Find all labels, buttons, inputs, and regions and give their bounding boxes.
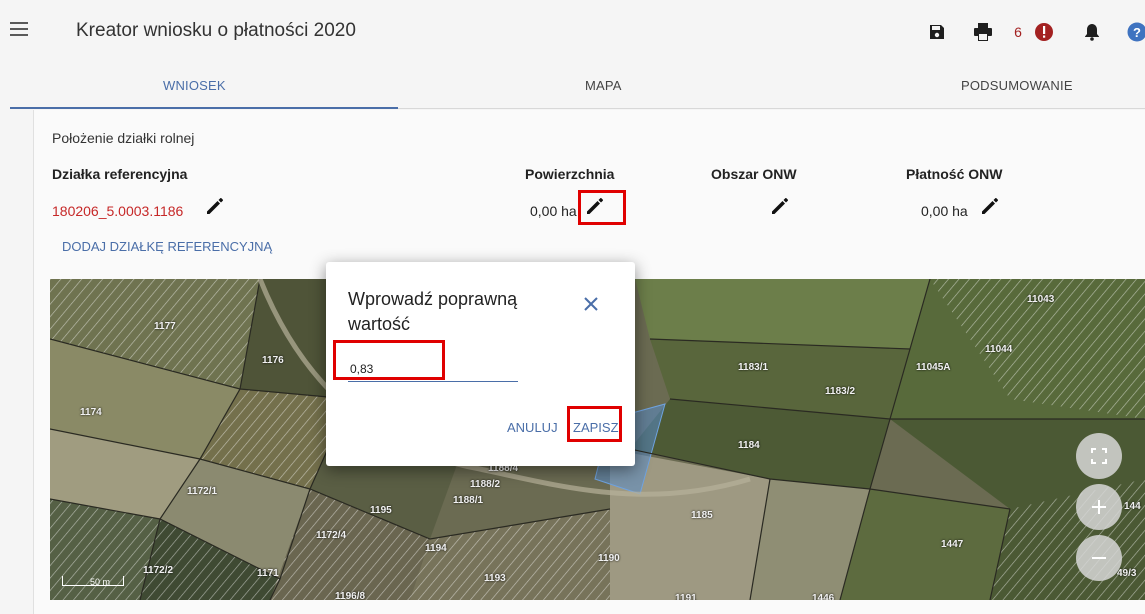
map-label: 1191 [675, 593, 697, 600]
zoom-in-button[interactable] [1076, 484, 1122, 530]
bell-icon[interactable] [1083, 22, 1101, 42]
column-header-obszar: Obszar ONW [711, 166, 797, 182]
fullscreen-icon [1091, 448, 1107, 464]
edit-onw-area-pencil-icon[interactable] [770, 196, 792, 218]
edit-onw-payment-pencil-icon[interactable] [980, 196, 1002, 218]
app-title: Kreator wniosku o płatności 2020 [76, 20, 356, 41]
tab-wniosek[interactable]: WNIOSEK [163, 78, 226, 93]
highlight-area-pencil [578, 190, 626, 225]
svg-text:?: ? [1133, 25, 1141, 40]
map-label: 1172/4 [316, 530, 347, 541]
column-header-powierzchnia: Powierzchnia [525, 166, 615, 182]
map-label: 1193 [484, 573, 506, 584]
area-value: 0,00 ha [530, 203, 577, 219]
dialog-title: Wprowadź poprawną wartość [348, 289, 518, 334]
map-label: 1172/1 [187, 486, 218, 497]
minus-icon [1092, 557, 1106, 559]
plus-icon [1092, 500, 1106, 514]
map-scale-text: 50 m [90, 577, 111, 587]
map-label: 11044 [985, 344, 1013, 355]
save-icon[interactable] [928, 22, 946, 42]
map-label: 1172/2 [143, 565, 174, 576]
map-label: 1447 [941, 539, 964, 550]
map-label: 1176 [262, 355, 284, 366]
map-label: 1185 [691, 510, 713, 521]
add-reference-parcel-link[interactable]: DODAJ DZIAŁKĘ REFERENCYJNĄ [62, 239, 272, 254]
tab-bar: WNIOSEK MAPA PODSUMOWANIE [10, 64, 1145, 109]
highlight-input [333, 340, 445, 380]
map-label: 1177 [154, 321, 176, 332]
zoom-out-button[interactable] [1076, 535, 1122, 581]
cancel-button[interactable]: ANULUJ [507, 420, 558, 435]
close-icon[interactable] [582, 295, 600, 313]
map-label: 1190 [598, 553, 620, 564]
map-label: 1188/2 [470, 479, 501, 490]
onw-payment-value: 0,00 ha [921, 203, 968, 219]
map-label: 1171 [257, 568, 279, 579]
fullscreen-button[interactable] [1076, 433, 1122, 479]
map-label: 1183/1 [738, 362, 769, 373]
tab-mapa[interactable]: MAPA [585, 78, 622, 93]
edit-parcel-pencil-icon[interactable] [205, 196, 227, 218]
tab-podsumowanie[interactable]: PODSUMOWANIE [961, 78, 1073, 93]
print-icon[interactable] [973, 22, 993, 42]
active-tab-indicator [10, 107, 398, 109]
map-label: 49/3 [1117, 568, 1137, 579]
alert-icon[interactable] [1034, 22, 1054, 42]
map-label: 1184 [738, 440, 760, 451]
map-label: 1183/2 [825, 386, 856, 397]
parcel-id[interactable]: 180206_5.0003.1186 [52, 203, 183, 219]
map-label: 1196/8 [335, 591, 366, 600]
map-label: 144 [1124, 501, 1141, 512]
section-title: Położenie działki rolnej [52, 130, 195, 146]
column-header-dzialka: Działka referencyjna [52, 166, 188, 182]
page: Kreator wniosku o płatności 2020 6 ? WNI… [0, 0, 1145, 614]
map-label: 1174 [80, 407, 102, 418]
column-header-platnosc: Płatność ONW [906, 166, 1003, 182]
highlight-save-button [567, 406, 622, 442]
help-icon[interactable]: ? [1127, 22, 1145, 42]
alert-count: 6 [1014, 24, 1022, 40]
map-label: 1194 [425, 543, 447, 554]
edit-value-dialog: Wprowadź poprawną wartość ANULUJ ZAPISZ [326, 262, 635, 466]
map-label: 1195 [370, 505, 392, 516]
menu-icon[interactable] [10, 22, 28, 36]
app-header: Kreator wniosku o płatności 2020 6 ? [0, 0, 1145, 64]
map-label: 11043 [1027, 294, 1055, 305]
map-label: 1446 [812, 593, 835, 600]
map-label: 11045A [916, 362, 951, 373]
map-label: 1188/1 [453, 495, 484, 506]
